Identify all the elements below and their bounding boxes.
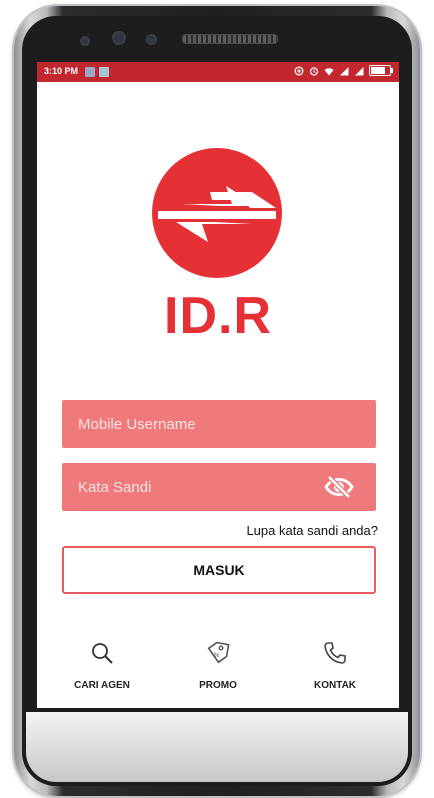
nav-promo[interactable]: % PROMO	[173, 640, 263, 691]
notification-icon	[99, 67, 109, 77]
brand-name: ID.R	[164, 287, 272, 345]
status-bar: 3:10 PM	[37, 62, 399, 82]
username-field[interactable]	[62, 400, 376, 448]
proximity-sensor-icon	[146, 34, 157, 45]
eye-off-icon[interactable]	[324, 474, 354, 500]
login-button[interactable]: MASUK	[62, 546, 376, 594]
svg-text:%: %	[214, 653, 220, 659]
status-icons	[294, 65, 393, 76]
nav-kontak[interactable]: KONTAK	[290, 640, 380, 691]
nav-label: KONTAK	[313, 680, 357, 691]
status-time: 3:10 PM	[44, 66, 79, 76]
nav-cari-agen[interactable]: CARI AGEN	[57, 640, 147, 691]
app-screen: 3:10 PM ID.R Lupa ka	[37, 62, 399, 708]
signal-icon	[340, 66, 349, 75]
earpiece-speaker	[182, 34, 278, 44]
wifi-icon	[324, 67, 334, 75]
sensor-icon	[80, 36, 90, 46]
search-icon	[92, 643, 113, 664]
username-input[interactable]	[62, 400, 376, 448]
phone-chin	[26, 712, 408, 782]
phone-icon	[324, 642, 346, 664]
alarm-icon	[309, 66, 319, 76]
password-field[interactable]	[62, 463, 376, 511]
tag-icon: %	[207, 641, 230, 664]
data-saver-icon	[294, 66, 304, 75]
battery-icon	[369, 65, 393, 76]
exchange-arrows-logo	[152, 148, 282, 278]
nav-label: CARI AGEN	[74, 680, 130, 691]
front-camera-icon	[112, 31, 126, 45]
signal-icon	[355, 66, 364, 75]
nav-label: PROMO	[199, 680, 237, 691]
forgot-password-link[interactable]: Lupa kata sandi anda?	[246, 523, 378, 538]
notification-icon	[85, 67, 95, 77]
